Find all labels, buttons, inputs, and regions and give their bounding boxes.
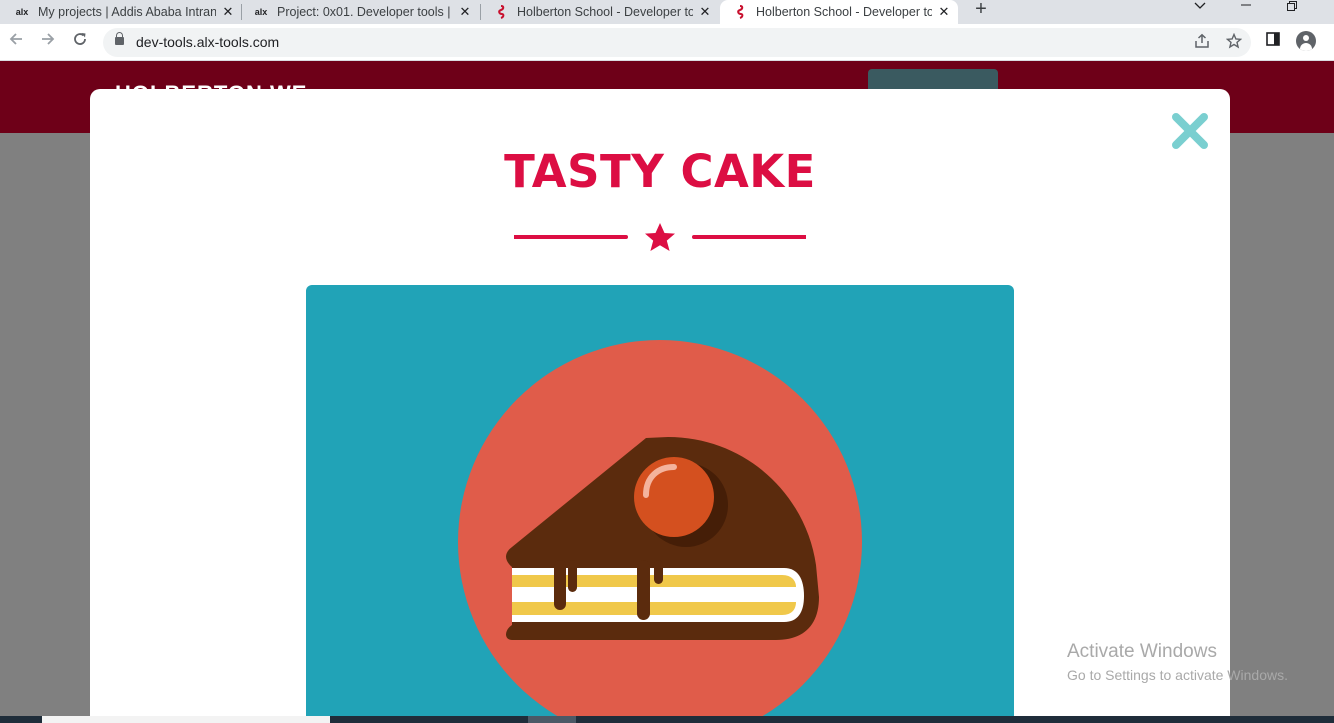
profile-avatar-icon[interactable] [1296, 31, 1316, 51]
side-panel-icon[interactable] [1262, 31, 1284, 53]
portfolio-modal: TASTY CAKE [90, 89, 1230, 723]
tab-strip: alx My projects | Addis Ababa Intranet ✕… [0, 0, 1334, 24]
share-icon[interactable] [1193, 33, 1211, 51]
forward-icon[interactable] [37, 31, 59, 53]
close-icon[interactable]: ✕ [220, 4, 236, 20]
alx-favicon: alx [15, 7, 29, 17]
tab-holberton-1[interactable]: Holberton School - Developer tools ✕ [493, 0, 713, 24]
url-text[interactable]: dev-tools.alx-tools.com [136, 34, 279, 50]
star-icon [645, 223, 675, 251]
minimize-icon[interactable] [1234, 0, 1258, 18]
new-tab-button[interactable]: + [970, 0, 992, 22]
address-bar[interactable]: dev-tools.alx-tools.com [103, 28, 1251, 57]
bookmark-star-icon[interactable] [1225, 32, 1243, 51]
tab-title: Holberton School - Developer tools [517, 5, 693, 19]
holberton-seahorse-icon [732, 5, 748, 19]
close-icon[interactable]: ✕ [936, 4, 952, 20]
page-viewport: HOLBERTON WE TASTY CAKE [0, 61, 1334, 723]
taskbar-search-box[interactable] [42, 716, 330, 723]
tab-search-chevron-icon[interactable] [1188, 0, 1212, 18]
title-divider [512, 221, 808, 257]
back-icon[interactable] [5, 31, 27, 53]
tab-title: My projects | Addis Ababa Intranet [38, 5, 216, 19]
browser-toolbar: dev-tools.alx-tools.com [0, 24, 1334, 61]
tab-project-developer-tools[interactable]: alx Project: 0x01. Developer tools | ALX… [253, 0, 473, 24]
restore-icon[interactable] [1280, 0, 1304, 18]
tab-separator [241, 4, 242, 20]
tab-my-projects[interactable]: alx My projects | Addis Ababa Intranet ✕ [14, 0, 236, 24]
close-icon[interactable]: ✕ [457, 4, 473, 20]
lock-icon[interactable] [115, 32, 124, 45]
cake-slice-illustration [306, 285, 1014, 723]
close-icon[interactable]: ✕ [697, 4, 713, 20]
tab-title: Project: 0x01. Developer tools | ALX [277, 5, 453, 19]
holberton-seahorse-icon [493, 5, 509, 19]
tab-title: Holberton School - Developer tools [756, 5, 932, 19]
tab-holberton-active[interactable]: Holberton School - Developer tools ✕ [720, 0, 958, 24]
reload-icon[interactable] [69, 31, 91, 53]
windows-taskbar [0, 716, 1334, 723]
taskbar-active-app[interactable] [528, 716, 576, 723]
tab-separator [480, 4, 481, 20]
modal-title: TASTY CAKE [504, 145, 816, 198]
alx-favicon: alx [254, 7, 268, 17]
